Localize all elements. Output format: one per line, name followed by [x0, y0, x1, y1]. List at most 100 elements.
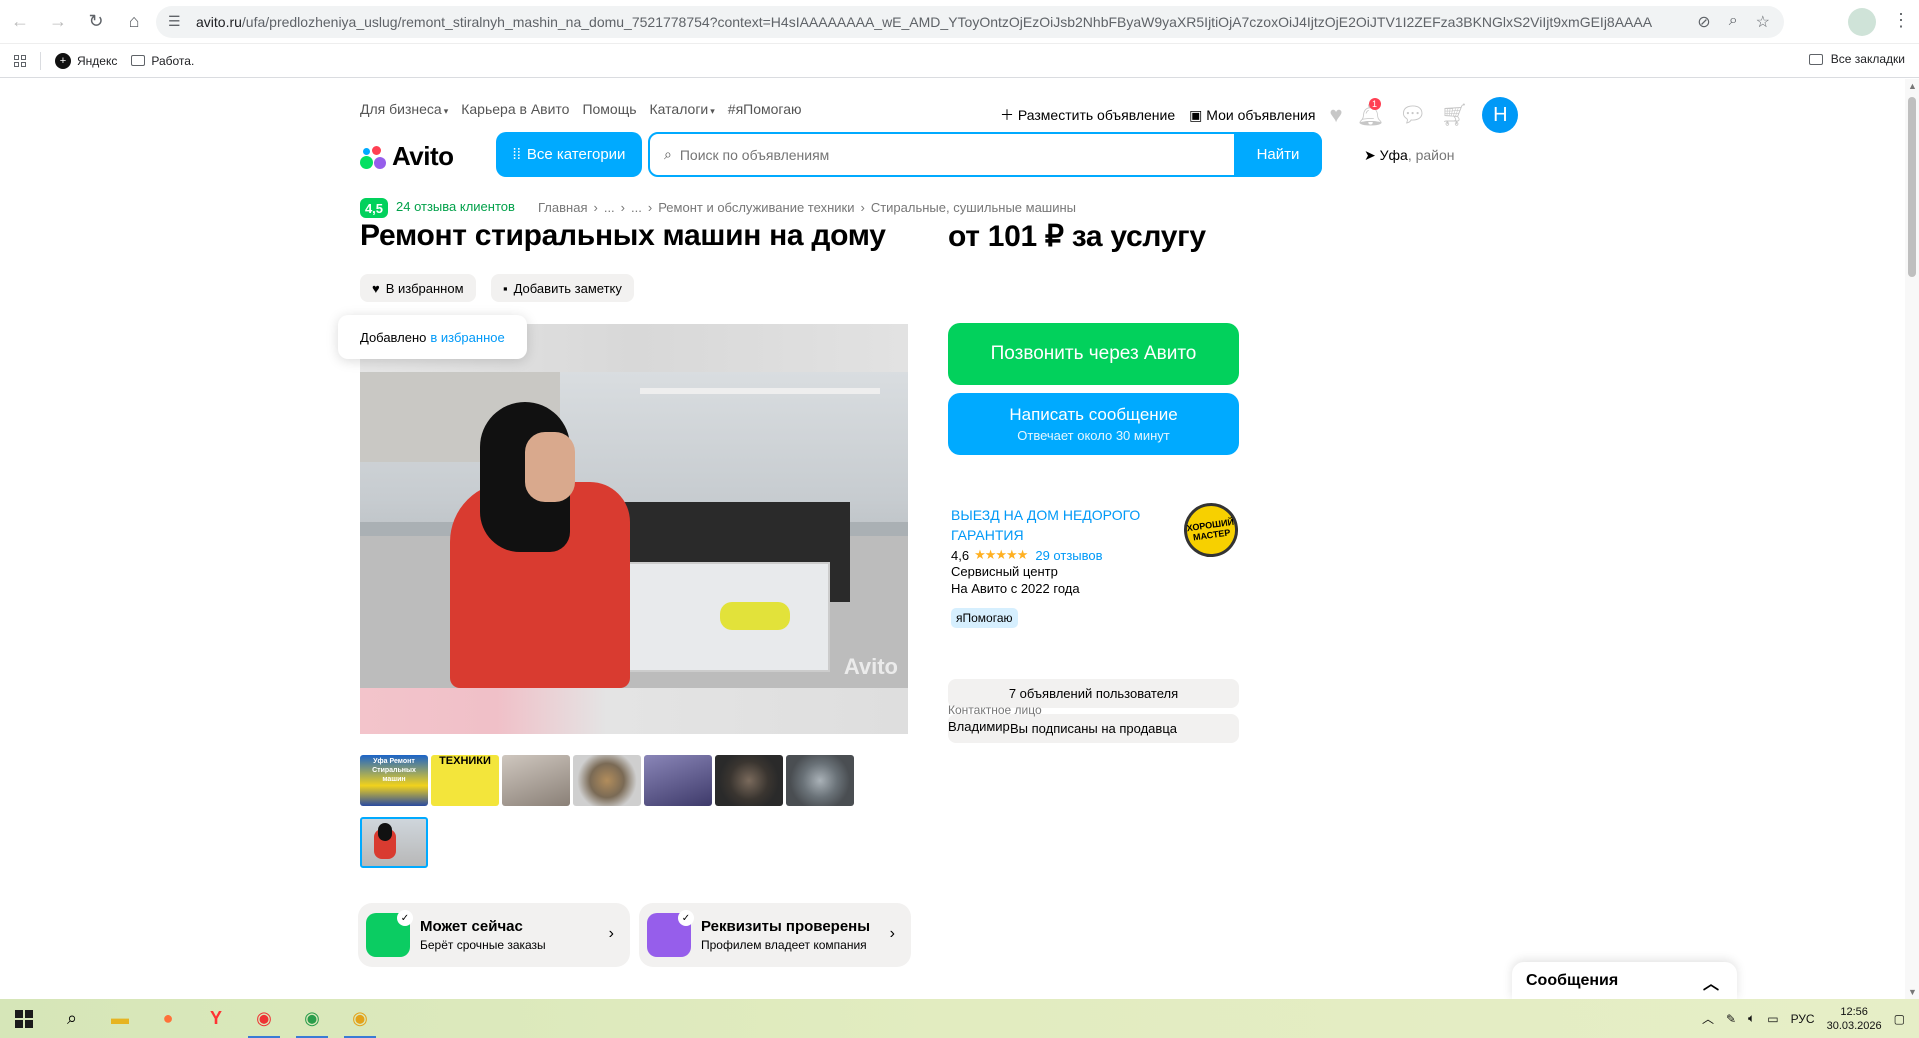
breadcrumb-item[interactable]: Стиральные, сушильные машины — [871, 200, 1076, 215]
breadcrumb-separator: › — [647, 200, 653, 215]
chevron-up-icon[interactable]: ︿ — [1703, 970, 1719, 994]
thumbnail[interactable] — [786, 755, 854, 806]
back-button[interactable]: ← — [2, 4, 38, 40]
add-note-chip[interactable]: ▪ Добавить заметку — [491, 274, 634, 302]
thumbnail[interactable] — [715, 755, 783, 806]
chevron-right-icon: › — [889, 925, 895, 942]
file-explorer-icon[interactable]: ▬ — [96, 999, 144, 1038]
zoom-icon[interactable]: ⌕ — [1729, 12, 1738, 32]
favorites-heart-icon[interactable]: ♥ — [1329, 102, 1342, 128]
price: от 101 ₽ за услугу — [948, 220, 1206, 253]
favorite-chip[interactable]: ♥ В избранном — [360, 274, 476, 302]
page-title: Ремонт стиральных машин на дому — [360, 219, 886, 252]
notifications-bell-icon[interactable]: 🔔︎ 1 — [1357, 98, 1384, 128]
breadcrumb-home[interactable]: Главная — [538, 200, 587, 215]
chrome-icon[interactable]: ◉ — [240, 999, 288, 1038]
feature-card-available-now[interactable]: ✓ Может сейчас Берёт срочные заказы › — [358, 903, 630, 967]
contact-name: Владимир — [948, 719, 1010, 734]
thumbnail[interactable] — [573, 755, 641, 806]
site-info-icon[interactable]: ☰ — [168, 13, 181, 30]
language-indicator[interactable]: РУС — [1791, 1012, 1815, 1026]
search-input[interactable] — [679, 146, 1220, 163]
scroll-up-icon[interactable]: ▲ — [1908, 81, 1917, 91]
reviews-link[interactable]: 24 отзыва клиентов — [396, 199, 515, 214]
search-icon[interactable]: ⌕ — [48, 999, 96, 1038]
bookmark-yandex[interactable]: + Яндекс — [55, 52, 117, 69]
folder-icon — [1808, 53, 1823, 65]
favorite-tooltip: Добавлено в избранное — [338, 315, 527, 359]
browser-toolbar: ← → ↻ ⌂ ☰ avito.ru/ufa/predlozheniya_usl… — [0, 0, 1919, 44]
tooltip-link[interactable]: в избранное — [430, 330, 504, 345]
main-photo[interactable]: Avito — [360, 324, 908, 734]
nav-career[interactable]: Карьера в Авито — [461, 101, 569, 117]
call-button[interactable]: Позвонить через Авито — [948, 323, 1239, 385]
thumbnail-selected[interactable] — [360, 817, 428, 868]
home-icon[interactable]: ⌂ — [116, 4, 152, 40]
thumbnail[interactable] — [644, 755, 712, 806]
chevron-down-icon: ▾ — [443, 106, 449, 116]
ya-pomogayu-tag[interactable]: яПомогаю — [951, 608, 1018, 628]
yandex-browser-icon[interactable]: Y — [192, 999, 240, 1038]
volume-icon[interactable]: 🔈︎ — [1748, 1011, 1755, 1026]
pen-icon[interactable]: ✎ — [1726, 1012, 1736, 1026]
bookmark-star-icon[interactable]: ☆ — [1756, 12, 1770, 32]
scroll-thumb[interactable] — [1908, 97, 1916, 277]
clock[interactable]: 12:56 30.03.2026 — [1827, 1005, 1882, 1033]
avito-logo[interactable]: Avito — [360, 141, 454, 172]
notifications-icon[interactable]: ▢ — [1894, 1012, 1905, 1026]
nav-for-business[interactable]: Для бизнеса ▾ — [360, 101, 448, 117]
windows-icon — [15, 1009, 33, 1028]
firefox-icon[interactable]: ● — [144, 999, 192, 1038]
nav-help[interactable]: Помощь — [582, 101, 636, 117]
tooltip-text: Добавлено — [360, 329, 427, 345]
thumbnail[interactable] — [502, 755, 570, 806]
post-ad-link[interactable]: ＋ Разместить объявление — [1000, 105, 1175, 125]
forward-button[interactable]: → — [40, 4, 76, 40]
breadcrumb-item[interactable]: Ремонт и обслуживание техники — [658, 200, 854, 215]
chevron-right-icon: › — [608, 925, 614, 942]
browser-menu-icon[interactable]: ⋮ — [1892, 10, 1910, 31]
system-tray: ︿ ✎ 🔈︎ ▭ РУС 12:56 30.03.2026 ▢ — [1702, 999, 1919, 1038]
location-selector[interactable]: ➤ Уфа, район — [1364, 147, 1455, 164]
location-city: Уфа — [1379, 147, 1408, 163]
bookmark-work-folder[interactable]: Работа. — [131, 54, 194, 68]
apps-icon[interactable] — [14, 54, 26, 67]
my-ads-link[interactable]: ▣ Мои объявления — [1189, 107, 1315, 124]
chrome-profile-icon[interactable]: ◉ — [336, 999, 384, 1038]
all-categories-button[interactable]: ⁞⁞ Все категории — [496, 132, 642, 177]
chrome-profile-icon[interactable]: ◉ — [288, 999, 336, 1038]
search-button[interactable]: Найти — [1234, 132, 1322, 177]
good-master-badge: ХОРОШИЙ МАСТЕР — [1180, 499, 1242, 561]
seller-since: На Авито с 2022 года — [951, 581, 1080, 596]
address-bar[interactable]: ☰ avito.ru/ufa/predlozheniya_uslug/remon… — [156, 6, 1784, 38]
tray-chevron-up-icon[interactable]: ︿ — [1702, 1010, 1714, 1027]
message-button[interactable]: Написать сообщение Отвечает около 30 мин… — [948, 393, 1239, 455]
browser-profile-avatar[interactable] — [1848, 8, 1876, 36]
breadcrumb-separator: › — [860, 200, 865, 215]
nav-ya-pomogayu[interactable]: #яПомогаю — [728, 101, 802, 117]
scroll-down-icon[interactable]: ▼ — [1908, 987, 1917, 997]
contact-label: Контактное лицо — [948, 703, 1042, 717]
breadcrumb-item[interactable]: ... — [604, 200, 615, 215]
user-actions: ＋ Разместить объявление ▣ Мои объявления… — [1000, 97, 1519, 133]
messages-panel[interactable]: Сообщения ︿ — [1512, 962, 1737, 1000]
star-rating-icon: ★★★★★ — [974, 547, 1028, 562]
thumbnail[interactable]: ТЕХНИКИ — [431, 755, 499, 806]
page-content: Для бизнеса ▾ Карьера в Авито Помощь Ката… — [0, 79, 1905, 999]
page-scrollbar[interactable]: ▲ ▼ — [1905, 79, 1919, 999]
messages-chat-icon[interactable]: 💬︎ — [1398, 102, 1426, 128]
location-off-icon[interactable]: ⊘ — [1697, 12, 1710, 32]
thumbnail[interactable]: Уфа Ремонт Стиральных машин — [360, 755, 428, 806]
nav-catalogs[interactable]: Каталоги ▾ — [650, 101, 715, 117]
feature-card-verified[interactable]: ✓ Реквизиты проверены Профилем владеет к… — [639, 903, 911, 967]
reload-button[interactable]: ↻ — [78, 4, 114, 40]
start-button[interactable] — [0, 999, 48, 1038]
breadcrumb-item[interactable]: ... — [631, 200, 642, 215]
seller-reviews-link[interactable]: 29 отзывов — [1035, 548, 1102, 563]
all-bookmarks[interactable]: Все закладки — [1808, 52, 1905, 66]
folder-icon — [131, 55, 146, 66]
network-icon[interactable]: ▭ — [1767, 1012, 1778, 1026]
user-avatar[interactable]: Н — [1482, 97, 1519, 133]
cart-icon[interactable]: 🛒︎ — [1440, 102, 1468, 128]
seller-name-link[interactable]: ВЫЕЗД НА ДОМ НЕДОРОГО ГАРАНТИЯ — [951, 505, 1161, 545]
